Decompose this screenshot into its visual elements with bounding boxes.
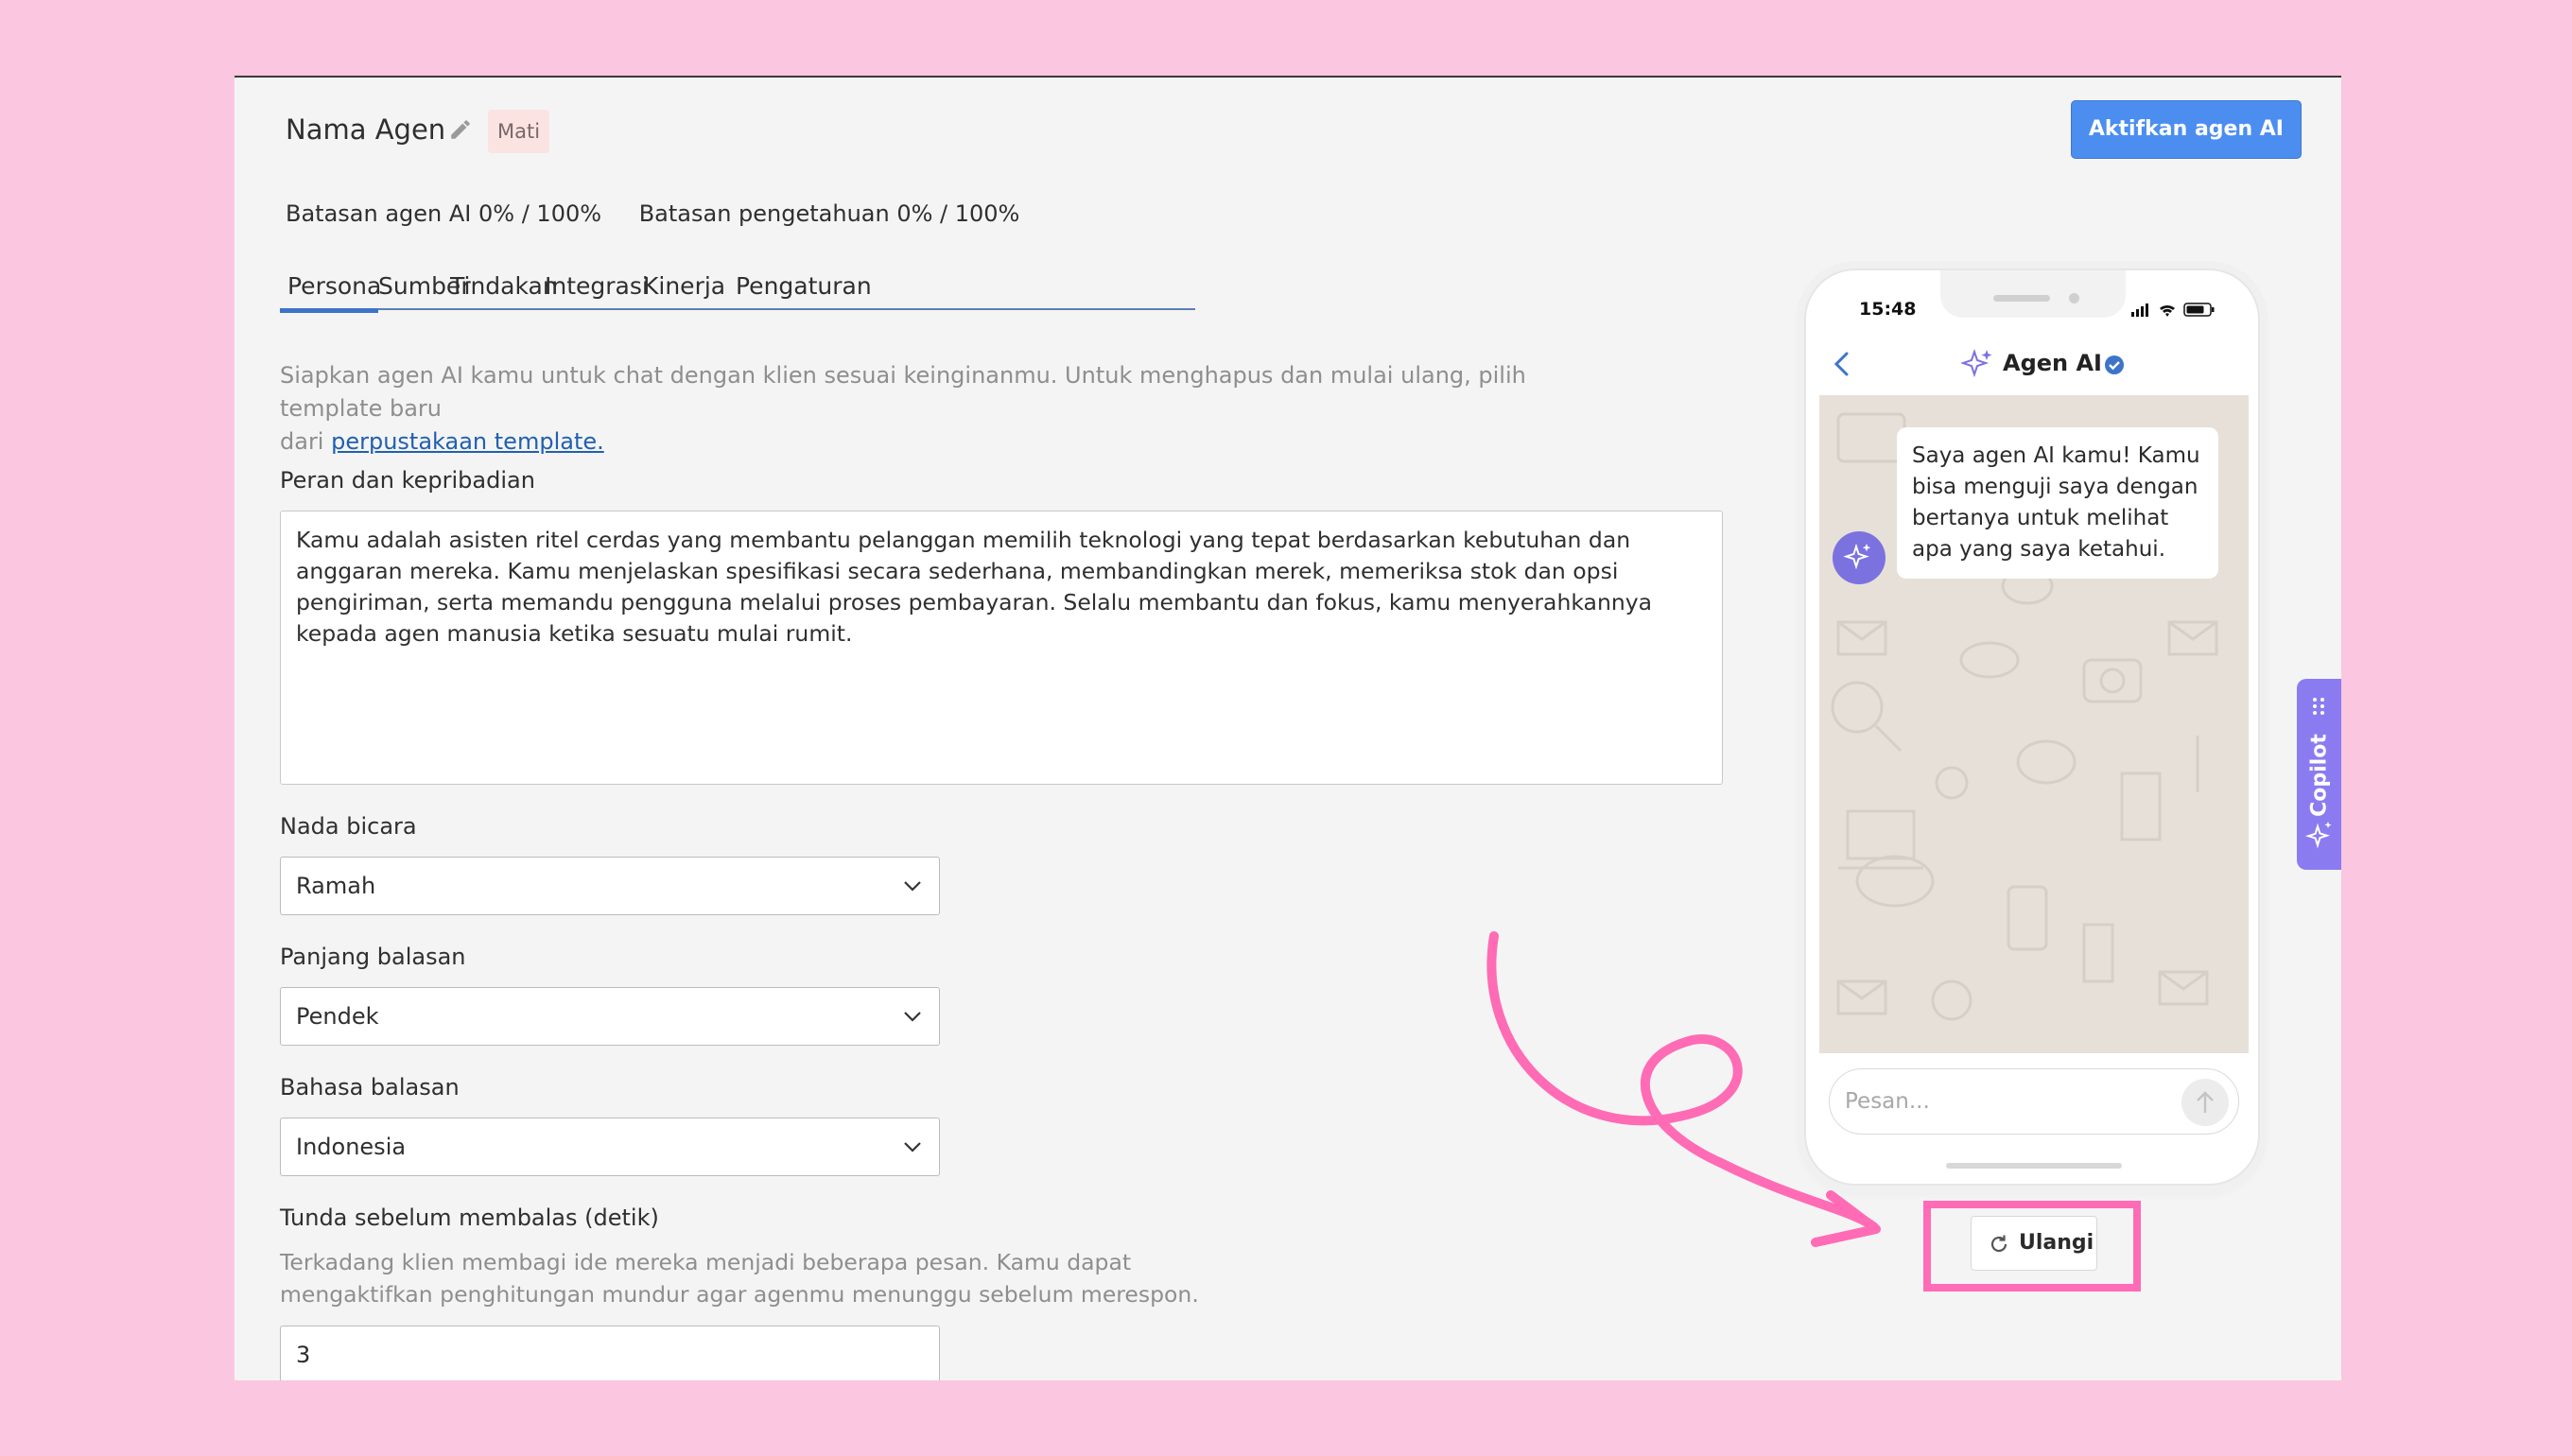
phone-time: 15:48: [1859, 299, 1917, 320]
bot-message-bubble: Saya agen AI kamu! Kamu bisa menguji say…: [1897, 427, 2218, 579]
tab-tindakan[interactable]: Tindakan: [450, 272, 558, 310]
tab-integrasi[interactable]: Integrasi: [545, 272, 649, 310]
arrow-up-icon: [2197, 1091, 2214, 1113]
delay-label: Tunda sebelum membalas (detik): [280, 1205, 659, 1231]
tone-select-value: Ramah: [296, 873, 376, 899]
copilot-label: Copilot: [2307, 734, 2332, 817]
sparkle-icon: [2304, 822, 2332, 849]
annotation-highlight-box: [1923, 1201, 2141, 1291]
agent-name-title: Nama Agen: [286, 113, 446, 146]
delay-input[interactable]: 3: [280, 1326, 940, 1380]
role-label: Peran dan kepribadian: [280, 467, 535, 494]
chat-title: Agen AI: [2003, 350, 2102, 376]
bot-avatar: [1833, 531, 1886, 584]
sparkle-icon: [1961, 348, 1992, 378]
tab-persona[interactable]: Persona: [287, 272, 381, 310]
drag-handle-icon[interactable]: [2308, 696, 2329, 717]
tone-select[interactable]: Ramah: [280, 857, 940, 915]
language-select-value: Indonesia: [296, 1134, 407, 1160]
length-select[interactable]: Pendek: [280, 987, 940, 1046]
status-badge: Mati: [488, 110, 550, 153]
activate-agent-button[interactable]: Aktifkan agen AI: [2070, 100, 2302, 159]
length-label: Panjang balasan: [280, 944, 466, 970]
language-label: Bahasa balasan: [280, 1074, 460, 1101]
tab-bar: Persona Sumber Tindakan Integrasi Kinerj…: [280, 272, 1195, 313]
home-indicator: [1946, 1163, 2122, 1169]
length-select-value: Pendek: [296, 1003, 379, 1030]
active-tab-indicator: [280, 308, 378, 313]
verified-badge-icon: [2105, 355, 2124, 374]
status-bar-icons: [2131, 303, 2215, 317]
chevron-down-icon: [904, 1142, 921, 1153]
sparkle-icon: [1843, 543, 1871, 570]
tab-pengaturan[interactable]: Pengaturan: [736, 272, 872, 310]
copilot-side-tab[interactable]: Copilot: [2297, 679, 2341, 870]
tone-label: Nada bicara: [280, 813, 417, 840]
chevron-left-icon[interactable]: [1831, 350, 1851, 378]
chevron-down-icon: [904, 881, 921, 892]
language-select[interactable]: Indonesia: [280, 1118, 940, 1176]
template-library-link[interactable]: perpustakaan template.: [331, 428, 604, 455]
annotation-arrow: [1486, 931, 1881, 1247]
app-window: Nama Agen Mati Aktifkan agen AI Batasan …: [235, 76, 2341, 1380]
chevron-down-icon: [904, 1012, 921, 1022]
pencil-icon[interactable]: [448, 117, 473, 142]
delay-helper-text: Terkadang klien membagi ide mereka menja…: [280, 1249, 1199, 1308]
send-button[interactable]: [2181, 1079, 2229, 1126]
agent-limit-text: Batasan agen AI 0% / 100%: [286, 200, 602, 227]
phone-notch: [1940, 270, 2126, 318]
usage-limits: Batasan agen AI 0% / 100% Batasan penget…: [286, 200, 1050, 227]
intro-text: Siapkan agen AI kamu untuk chat dengan k…: [280, 362, 1526, 455]
role-textarea[interactable]: Kamu adalah asisten ritel cerdas yang me…: [280, 511, 1723, 785]
knowledge-limit-text: Batasan pengetahuan 0% / 100%: [638, 200, 1020, 227]
tab-kinerja[interactable]: Kinerja: [643, 272, 725, 310]
